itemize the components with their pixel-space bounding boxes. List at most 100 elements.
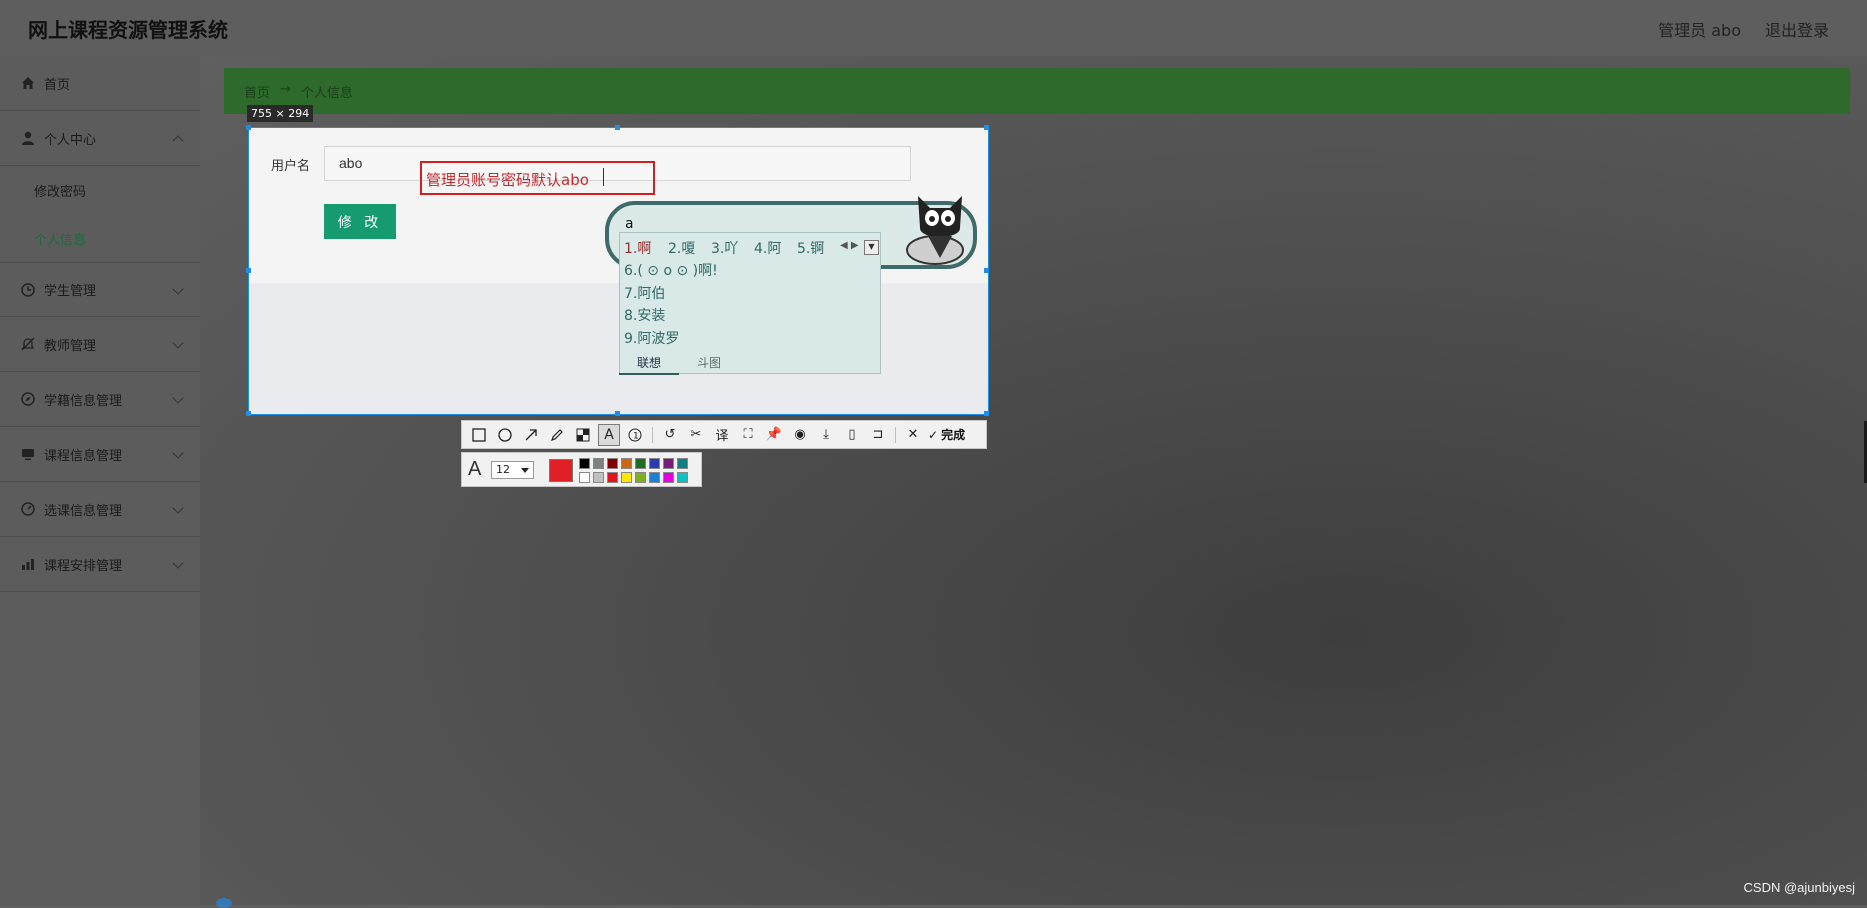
ime-composition: a [625,216,634,232]
color-swatch[interactable] [635,472,646,483]
color-swatch[interactable] [635,458,646,469]
sidebar: 首页 个人中心 修改密码 个人信息 学生管理 教师管理 学籍信息管理 课程信息管… [0,56,200,905]
cut-icon[interactable]: ✂ [685,424,707,446]
resize-handle[interactable] [984,125,989,130]
ime-candidate[interactable]: 6.( ⊙ o ⊙ )啊! [624,260,718,280]
color-swatch[interactable] [649,458,660,469]
color-swatch[interactable] [677,472,688,483]
font-size-select[interactable]: 12 [491,461,534,479]
resize-handle[interactable] [246,125,251,130]
ime-tab[interactable]: 联想 [619,352,680,375]
breadcrumb-current: 个人信息 [300,86,353,101]
resize-handle[interactable] [615,411,620,416]
screenshot-toolbar: A 1 ↺ ✂ 译 ⛶ 📌 ◉ ⤓ ▯ ⊐ ✕ ✓ 完成 [461,420,987,449]
record-icon[interactable]: ◉ [789,424,811,446]
top-bar: 网上课程资源管理系统 管理员 abo 退出登录 [0,0,1867,56]
text-caret [603,168,604,186]
app-title: 网上课程资源管理系统 [28,18,228,42]
ime-expand-icon[interactable]: ▼ [864,240,879,255]
number-tool-icon[interactable]: 1 [624,424,646,446]
sidebar-item-teachers[interactable]: 教师管理 [0,317,200,372]
resize-handle[interactable] [615,125,620,130]
pin-icon[interactable]: 📌 [763,424,785,446]
close-icon[interactable]: ✕ [902,424,924,446]
chevron-down-icon [172,392,184,404]
ime-candidate[interactable]: 5.锕 [797,238,824,258]
mosaic-tool-icon[interactable] [572,424,594,446]
color-swatch[interactable] [621,458,632,469]
breadcrumb: 首页 → 个人信息 [244,82,353,101]
username-label: 用户名 [271,159,311,174]
ime-candidate[interactable]: 9.阿波罗 [624,328,679,348]
ime-candidate[interactable]: 3.吖 [711,238,738,258]
sidebar-item-label: 首页 [44,77,71,93]
toolbar-separator [895,426,896,443]
sidebar-item-label: 课程信息管理 [44,448,123,464]
gauge-icon [21,502,35,516]
done-button[interactable]: ✓ 完成 [928,426,965,443]
svg-text:1: 1 [633,431,639,441]
rectangle-tool-icon[interactable] [468,424,490,446]
ime-candidate[interactable]: 1.啊 [624,238,651,258]
color-swatch[interactable] [607,472,618,483]
resize-handle[interactable] [984,411,989,416]
ime-candidate[interactable]: 2.嗄 [668,238,695,258]
translate-icon[interactable]: 译 [711,424,733,446]
admin-name[interactable]: 管理员 abo [1658,17,1741,41]
ellipse-tool-icon[interactable] [494,424,516,446]
modify-button[interactable]: 修 改 [324,204,396,239]
ime-tabs: 联想 斗图 [619,352,881,375]
color-palette [579,458,688,483]
sidebar-subitem-personal-info[interactable]: 个人信息 [0,214,200,262]
chevron-down-icon [172,447,184,459]
sidebar-item-personal-center[interactable]: 个人中心 [0,111,200,166]
current-color-swatch[interactable] [549,459,573,482]
check-icon: ✓ [928,427,939,442]
pencil-tool-icon[interactable] [546,424,568,446]
sidebar-item-course-schedule[interactable]: 课程安排管理 [0,537,200,592]
color-swatch[interactable] [663,472,674,483]
color-swatch[interactable] [649,472,660,483]
resize-handle[interactable] [246,268,251,273]
color-swatch[interactable] [579,472,590,483]
sidebar-item-label: 学生管理 [44,284,97,299]
color-swatch[interactable] [579,458,590,469]
breadcrumb-home[interactable]: 首页 [244,82,270,101]
bookmark-icon[interactable]: ⊐ [867,424,889,446]
chevron-down-icon [172,337,184,349]
ime-candidate[interactable]: 7.阿伯 [624,283,665,303]
ocr-icon[interactable]: ⛶ [737,424,759,446]
breadcrumb-separator: → [280,82,291,97]
sidebar-item-students[interactable]: 学生管理 [0,262,200,317]
ime-candidate[interactable]: 8.安装 [624,305,665,325]
download-icon[interactable]: ⤓ [815,424,837,446]
color-swatch[interactable] [663,458,674,469]
ime-tab[interactable]: 斗图 [679,352,739,375]
arrow-tool-icon[interactable] [520,424,542,446]
text-tool-icon[interactable]: A [598,423,620,446]
ime-page-arrows-icon[interactable]: ◀ ▶ [840,240,859,251]
compass-icon [21,392,35,406]
sidebar-subitem-label: 个人信息 [34,232,87,248]
ime-candidate[interactable]: 4.阿 [754,238,781,258]
sidebar-subitem-change-password[interactable]: 修改密码 [0,166,200,214]
resize-handle[interactable] [246,411,251,416]
clock-icon [21,282,35,297]
sidebar-item-course-info[interactable]: 课程信息管理 [0,427,200,482]
cursor-indicator [216,898,232,908]
sidebar-item-course-selection[interactable]: 选课信息管理 [0,482,200,537]
resize-handle[interactable] [984,268,989,273]
sidebar-item-label: 学籍信息管理 [44,393,123,409]
color-swatch[interactable] [607,458,618,469]
phone-icon[interactable]: ▯ [841,424,863,446]
undo-icon[interactable]: ↺ [659,424,681,446]
logout-link[interactable]: 退出登录 [1765,17,1829,41]
color-swatch[interactable] [593,458,604,469]
annotation-text: 管理员账号密码默认abo [426,171,589,189]
color-swatch[interactable] [621,472,632,483]
sidebar-item-home[interactable]: 首页 [0,56,200,111]
color-swatch[interactable] [677,458,688,469]
no-bell-icon [21,337,35,351]
sidebar-item-enrollment[interactable]: 学籍信息管理 [0,372,200,427]
color-swatch[interactable] [593,472,604,483]
